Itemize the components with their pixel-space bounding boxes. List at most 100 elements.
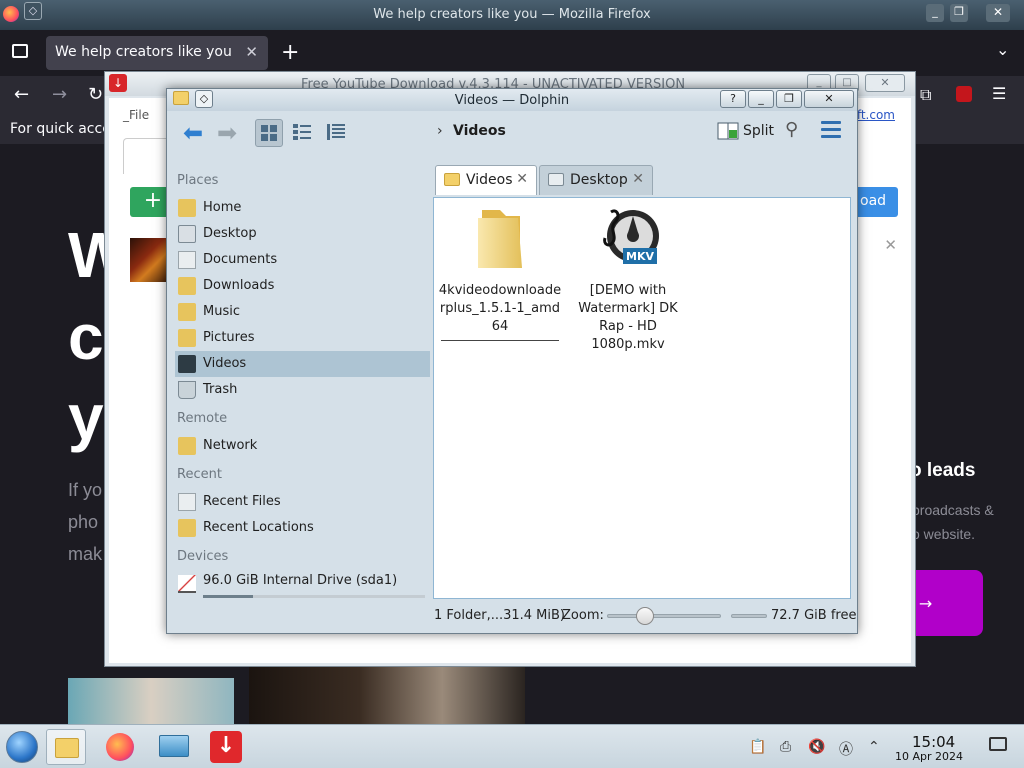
- desktop-icon: [548, 173, 564, 186]
- clock-time[interactable]: 15:04: [912, 733, 955, 751]
- hero-letter-2: c: [68, 301, 104, 373]
- zoom-label: Zoom:: [562, 608, 604, 623]
- close-tab-icon[interactable]: ✕: [516, 171, 528, 187]
- file-name: 4kvideodownloaderplus_1.5.1-1_amd64: [438, 283, 562, 334]
- file-item-mkv[interactable]: MKV [DEMO with Watermark] DK Rap - HD 10…: [566, 204, 690, 354]
- chevron-down-icon[interactable]: ⌄: [996, 40, 1009, 59]
- places-item-recent-files[interactable]: Recent Files: [175, 489, 430, 515]
- right-text-2: o website.: [912, 526, 976, 542]
- new-tab-icon[interactable]: +: [281, 40, 299, 65]
- hamburger-menu-icon[interactable]: [821, 121, 841, 142]
- places-item-desktop[interactable]: Desktop: [175, 221, 430, 247]
- places-item-network[interactable]: Network: [175, 433, 430, 459]
- places-item-label: Home: [203, 200, 242, 215]
- remove-item-icon[interactable]: ✕: [884, 236, 897, 254]
- music-folder-icon: [178, 303, 196, 321]
- maximize-icon[interactable]: ❐: [776, 90, 802, 108]
- places-item-drive[interactable]: 96.0 GiB Internal Drive (sda1): [175, 571, 430, 598]
- clipboard-icon[interactable]: 📋: [749, 739, 766, 755]
- videos-folder-icon: [178, 355, 196, 373]
- icons-view-icon[interactable]: [255, 119, 283, 147]
- close-tab-icon[interactable]: ✕: [245, 43, 258, 61]
- compact-view-icon[interactable]: [289, 119, 317, 147]
- back-icon[interactable]: ←: [14, 84, 29, 105]
- file-view[interactable]: 4kvideodownloaderplus_1.5.1-1_amd64 MKV …: [433, 197, 851, 599]
- taskbar-item-firefox[interactable]: [100, 729, 140, 765]
- firefox-window-title: We help creators like you — Mozilla Fire…: [373, 7, 651, 22]
- details-view-icon[interactable]: [323, 119, 351, 147]
- search-icon[interactable]: ⚲: [785, 119, 798, 140]
- places-item-documents[interactable]: Documents: [175, 247, 430, 273]
- places-item-label: Music: [203, 304, 240, 319]
- photo-2: [249, 664, 525, 724]
- zoom-slider[interactable]: [607, 607, 721, 625]
- right-text-1: broadcasts &: [912, 502, 994, 518]
- downloader-menu-file[interactable]: _File: [123, 108, 149, 122]
- minimize-icon[interactable]: _: [926, 4, 944, 22]
- help-icon[interactable]: ?: [720, 90, 746, 108]
- addon-icon[interactable]: [956, 86, 972, 102]
- places-heading: Places: [177, 173, 219, 188]
- reload-icon[interactable]: ↻: [88, 84, 103, 105]
- forward-icon[interactable]: →: [52, 84, 67, 105]
- status-bar: 1 Folder,...31.4 MiB) Zoom: 72.7 GiB fre…: [167, 603, 857, 627]
- back-icon[interactable]: ⬅: [183, 121, 203, 145]
- hero-text-2: pho: [68, 512, 99, 532]
- close-icon[interactable]: ✕: [986, 4, 1010, 22]
- extensions-icon[interactable]: ⧉: [920, 85, 931, 105]
- places-item-home[interactable]: Home: [175, 195, 430, 221]
- forward-icon[interactable]: ➡: [217, 121, 237, 145]
- system-settings-icon: [159, 735, 189, 757]
- firefox-tabbar: We help creators like you ✕ + ⌄: [0, 30, 1024, 76]
- tab-desktop[interactable]: Desktop ✕: [539, 165, 653, 195]
- recent-locations-icon: [178, 519, 196, 537]
- printer-icon[interactable]: ⎙: [780, 739, 791, 755]
- folder-icon: [55, 738, 79, 758]
- mute-icon[interactable]: 🔇: [808, 739, 825, 755]
- chevron-up-icon[interactable]: ⌃: [868, 739, 880, 755]
- dolphin-titlebar: ◇ Videos — Dolphin ? _ ❐ ✕: [167, 89, 857, 111]
- recent-files-icon: [178, 493, 196, 511]
- downloader-close-icon[interactable]: ✕: [865, 74, 905, 92]
- tab-list-icon[interactable]: [12, 44, 28, 58]
- zoom-slider-handle[interactable]: [636, 607, 654, 625]
- close-tab-icon[interactable]: ✕: [632, 171, 644, 187]
- dolphin-toolbar: ⬅ ➡ › Videos Split ⚲: [167, 111, 857, 151]
- breadcrumb-chevron-icon[interactable]: ›: [437, 123, 443, 139]
- places-item-downloads[interactable]: Downloads: [175, 273, 430, 299]
- places-item-label: Trash: [203, 382, 238, 397]
- places-item-label: Network: [203, 438, 258, 453]
- mkv-video-icon: MKV: [603, 209, 659, 264]
- places-item-label: Recent Locations: [203, 520, 314, 535]
- home-folder-icon: [178, 199, 196, 217]
- start-menu-icon[interactable]: [6, 731, 38, 763]
- firefox-titlebar: ◇ We help creators like you — Mozilla Fi…: [0, 0, 1024, 30]
- tab-label: Desktop: [570, 172, 628, 188]
- drive-usage-bar: [203, 595, 425, 598]
- downloads-folder-icon: [178, 277, 196, 295]
- file-item-folder[interactable]: 4kvideodownloaderplus_1.5.1-1_amd64: [438, 204, 562, 341]
- tab-videos[interactable]: Videos ✕: [435, 165, 537, 195]
- taskbar-item-dolphin[interactable]: [46, 729, 86, 765]
- minimize-icon[interactable]: _: [748, 90, 774, 108]
- places-item-videos[interactable]: Videos: [175, 351, 430, 377]
- download-button[interactable]: oad: [856, 187, 898, 217]
- clock-date[interactable]: 10 Apr 2024: [895, 750, 963, 763]
- places-panel: Places Home Desktop Documents Downloads …: [175, 169, 431, 598]
- network-icon: [178, 437, 196, 455]
- keyboard-layout-icon[interactable]: Ⓐ: [839, 739, 853, 759]
- maximize-icon[interactable]: ❐: [950, 4, 968, 22]
- taskbar-item-system[interactable]: [154, 729, 194, 765]
- file-name: [DEMO with Watermark] DK Rap - HD 1080p.…: [578, 283, 678, 352]
- places-item-music[interactable]: Music: [175, 299, 430, 325]
- breadcrumb[interactable]: Videos: [453, 123, 506, 139]
- hamburger-menu-icon[interactable]: ☰: [992, 84, 1006, 103]
- close-icon[interactable]: ✕: [804, 90, 854, 108]
- places-item-recent-locations[interactable]: Recent Locations: [175, 515, 430, 541]
- taskbar-item-downloader[interactable]: ↓: [206, 729, 246, 765]
- places-item-trash[interactable]: Trash: [175, 377, 430, 403]
- places-item-pictures[interactable]: Pictures: [175, 325, 430, 351]
- places-item-label: Desktop: [203, 226, 257, 241]
- show-desktop-icon[interactable]: [989, 737, 1007, 751]
- firefox-tab[interactable]: We help creators like you ✕: [46, 36, 268, 70]
